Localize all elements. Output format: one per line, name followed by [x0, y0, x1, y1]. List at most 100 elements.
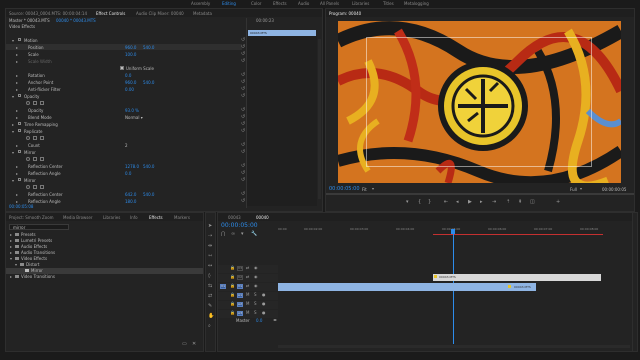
tab-effects[interactable]: Effects [149, 215, 163, 220]
program-scrub-bar[interactable] [326, 193, 634, 195]
fx-toggle-icon[interactable] [18, 122, 21, 125]
timeline-timecode[interactable]: 00:00:05:00 [221, 222, 258, 229]
track-target-v1[interactable]: V1 [237, 284, 243, 289]
mute-button[interactable]: M [246, 292, 249, 297]
reset-parameter-icon[interactable]: ↺ [241, 177, 245, 183]
lock-icon[interactable]: 🔒 [230, 283, 235, 288]
effect-property-value[interactable]: 93.0 % [125, 108, 139, 113]
disclosure-triangle-icon[interactable]: ▾ [12, 178, 14, 183]
mask-tools-row[interactable] [6, 156, 242, 162]
effect-row[interactable]: ▸ Anti-flicker Filter 0.00 ↺ [6, 86, 245, 92]
effect-row[interactable]: ▸ Time Remapping ↺ [6, 121, 245, 127]
track-target-a3[interactable]: A3 [237, 311, 243, 316]
effect-property-value[interactable]: 960.0 [125, 80, 136, 85]
go-to-in-icon[interactable]: ⇤ [444, 199, 448, 205]
toggle-output-icon[interactable]: ◉ [254, 265, 258, 270]
resolution-dropdown-icon[interactable]: ▾ [580, 186, 582, 191]
effect-row[interactable]: ▾ Mirror ↺ [6, 149, 245, 155]
pen-tool-icon[interactable]: ✎ [208, 303, 212, 309]
rolling-edit-tool-icon[interactable]: ⇿ [208, 253, 212, 259]
effect-row[interactable]: Uniform Scale [6, 65, 242, 71]
effect-property-value[interactable]: 1278.0 [125, 164, 139, 169]
track-target-a1[interactable]: A1 [237, 293, 243, 298]
rectangle-mask-icon[interactable] [33, 101, 37, 105]
effect-row[interactable]: ▸ Scale Width ↺ [6, 58, 245, 64]
uniform-scale-checkbox[interactable] [120, 66, 124, 70]
effect-row[interactable]: ▸ Reflection Angle 0.0 ↺ [6, 170, 245, 176]
reset-parameter-icon[interactable]: ↺ [241, 163, 245, 169]
hand-tool-icon[interactable]: ✋ [208, 313, 214, 319]
blend-mode-dropdown[interactable]: Normal ▾ [125, 115, 143, 120]
go-to-out-icon[interactable]: ⇥ [492, 199, 496, 205]
disclosure-triangle-icon[interactable]: ▸ [16, 87, 18, 92]
slide-tool-icon[interactable]: ⇄ [208, 293, 212, 299]
lock-icon[interactable]: 🔒 [230, 292, 235, 297]
timeline-settings-icon[interactable]: 🔧 [251, 231, 257, 237]
add-marker-icon[interactable]: ▾ [406, 199, 409, 205]
disclosure-triangle-icon[interactable]: ▸ [16, 73, 18, 78]
disclosure-triangle-icon[interactable]: ▾ [12, 150, 14, 155]
effect-controls-footer-timecode[interactable]: 00:00:05:08 [9, 204, 33, 209]
snap-icon[interactable]: ⋂ [221, 231, 225, 237]
zoom-level-select[interactable]: Fit [362, 187, 367, 192]
reset-parameter-icon[interactable]: ↺ [241, 149, 245, 155]
button-editor-icon[interactable]: + [556, 199, 560, 205]
delete-icon[interactable]: ✕ [192, 341, 196, 347]
workspace-libraries[interactable]: Libraries [352, 1, 369, 6]
tab-media-browser[interactable]: Media Browser [63, 215, 93, 220]
track-target-v3[interactable]: V3 [237, 266, 243, 271]
effect-row[interactable]: ▸ Scale 100.0 ↺ [6, 51, 245, 57]
effect-row[interactable]: ▾ Replicate ↺ [6, 128, 245, 134]
disclosure-triangle-icon[interactable]: ▸ [12, 122, 14, 127]
timeline-horizontal-scroll[interactable] [278, 345, 630, 348]
clip-v1[interactable]: 00043.MTS [278, 283, 536, 291]
sync-lock-icon[interactable]: ⇄ [246, 283, 249, 288]
reset-parameter-icon[interactable]: ↺ [241, 79, 245, 85]
tab-sequence-00040[interactable]: 00040 [256, 215, 269, 220]
reset-parameter-icon[interactable]: ↺ [241, 72, 245, 78]
add-marker-timeline-icon[interactable]: ▾ [241, 231, 244, 237]
lock-icon[interactable]: 🔒 [230, 310, 235, 315]
workspace-titles[interactable]: Titles [383, 1, 394, 6]
fx-toggle-icon[interactable] [18, 178, 21, 181]
extract-icon[interactable]: ⇞ [518, 199, 522, 205]
export-frame-icon[interactable]: ◫ [530, 199, 535, 205]
fx-toggle-icon[interactable] [18, 150, 21, 153]
reset-parameter-icon[interactable]: ↺ [241, 142, 245, 148]
reset-parameter-icon[interactable]: ↺ [241, 86, 245, 92]
disclosure-triangle-icon[interactable]: ▾ [15, 262, 17, 267]
disclosure-triangle-icon[interactable]: ▸ [16, 143, 18, 148]
mark-in-icon[interactable]: { [418, 199, 421, 205]
workspace-effects[interactable]: Effects [273, 1, 287, 6]
resolution-select[interactable]: Full [570, 187, 577, 192]
tab-effect-controls[interactable]: Effect Controls [96, 11, 125, 16]
workspace-assembly[interactable]: Assembly [191, 1, 210, 6]
effect-property-value[interactable]: 960.0 [125, 45, 136, 50]
ellipse-mask-icon[interactable] [26, 101, 30, 105]
disclosure-triangle-icon[interactable]: ▾ [12, 38, 14, 43]
disclosure-triangle-icon[interactable]: ▾ [12, 129, 14, 134]
ellipse-mask-icon[interactable] [26, 136, 30, 140]
sequence-clip-breadcrumb[interactable]: 00040 * 00043.MTS [56, 18, 96, 23]
workspace-color[interactable]: Color [251, 1, 261, 6]
tab-audio-clip-mixer[interactable]: Audio Clip Mixer: 00040 [136, 11, 184, 16]
play-icon[interactable]: ▶ [468, 199, 472, 205]
reset-parameter-icon[interactable]: ↺ [241, 37, 245, 43]
solo-button[interactable]: S [254, 301, 257, 306]
effect-property-value[interactable]: 0.0 [125, 171, 131, 176]
mute-button[interactable]: M [246, 310, 249, 315]
disclosure-triangle-icon[interactable]: ▸ [10, 250, 12, 255]
disclosure-triangle-icon[interactable]: ▸ [16, 192, 18, 197]
toggle-output-icon[interactable]: ◉ [254, 274, 258, 279]
effect-row[interactable]: ▾ Opacity ↺ [6, 93, 245, 99]
fx-toggle-icon[interactable] [18, 38, 21, 41]
effect-property-value-y[interactable]: 540.0 [143, 80, 154, 85]
disclosure-triangle-icon[interactable]: ▸ [16, 171, 18, 176]
reset-parameter-icon[interactable]: ↺ [241, 191, 245, 197]
pen-mask-icon[interactable] [40, 185, 44, 189]
mask-tools-row[interactable] [6, 184, 242, 190]
razor-tool-icon[interactable]: ◊ [208, 273, 210, 279]
step-back-icon[interactable]: ◂ [456, 199, 459, 205]
disclosure-triangle-icon[interactable]: ▾ [12, 94, 14, 99]
toggle-output-icon[interactable]: ◉ [254, 283, 258, 288]
